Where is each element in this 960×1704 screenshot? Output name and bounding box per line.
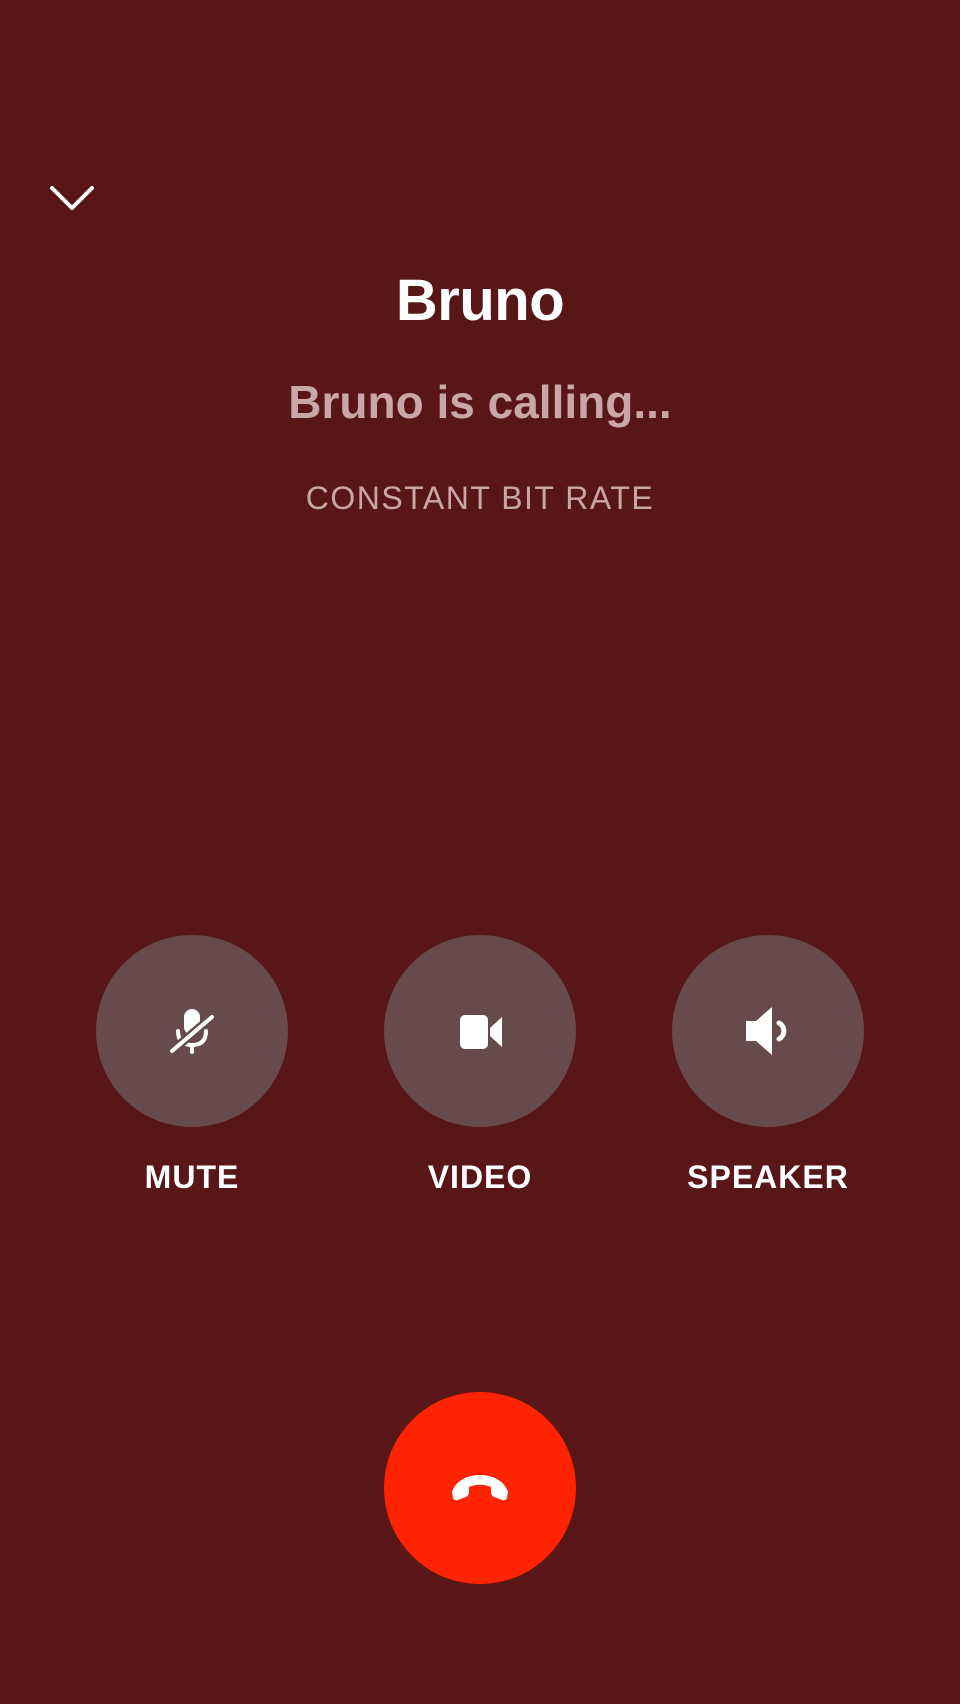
microphone-muted-icon (167, 1009, 217, 1056)
mute-label: MUTE (144, 1159, 240, 1195)
video-camera-icon (460, 1015, 502, 1049)
speaker-button[interactable] (672, 935, 864, 1127)
phone-hangup-icon (452, 1475, 508, 1501)
speaker-control: SPEAKER (672, 935, 864, 1199)
bitrate-mode-label: CONSTANT BIT RATE (305, 480, 655, 516)
call-controls: MUTE VIDEO SPEAKER (0, 935, 960, 1195)
video-control: VIDEO (384, 935, 576, 1199)
chevron-down-icon (50, 186, 94, 210)
speaker-label: SPEAKER (687, 1159, 849, 1195)
mute-button[interactable] (96, 935, 288, 1127)
hangup-button[interactable] (384, 1392, 576, 1584)
video-label: VIDEO (427, 1159, 533, 1195)
caller-name: Bruno (395, 268, 565, 333)
speaker-icon (746, 1007, 787, 1055)
mute-control: MUTE (96, 935, 288, 1199)
minimize-button[interactable] (40, 170, 104, 226)
video-button[interactable] (384, 935, 576, 1127)
call-status: Bruno is calling... (288, 376, 672, 428)
